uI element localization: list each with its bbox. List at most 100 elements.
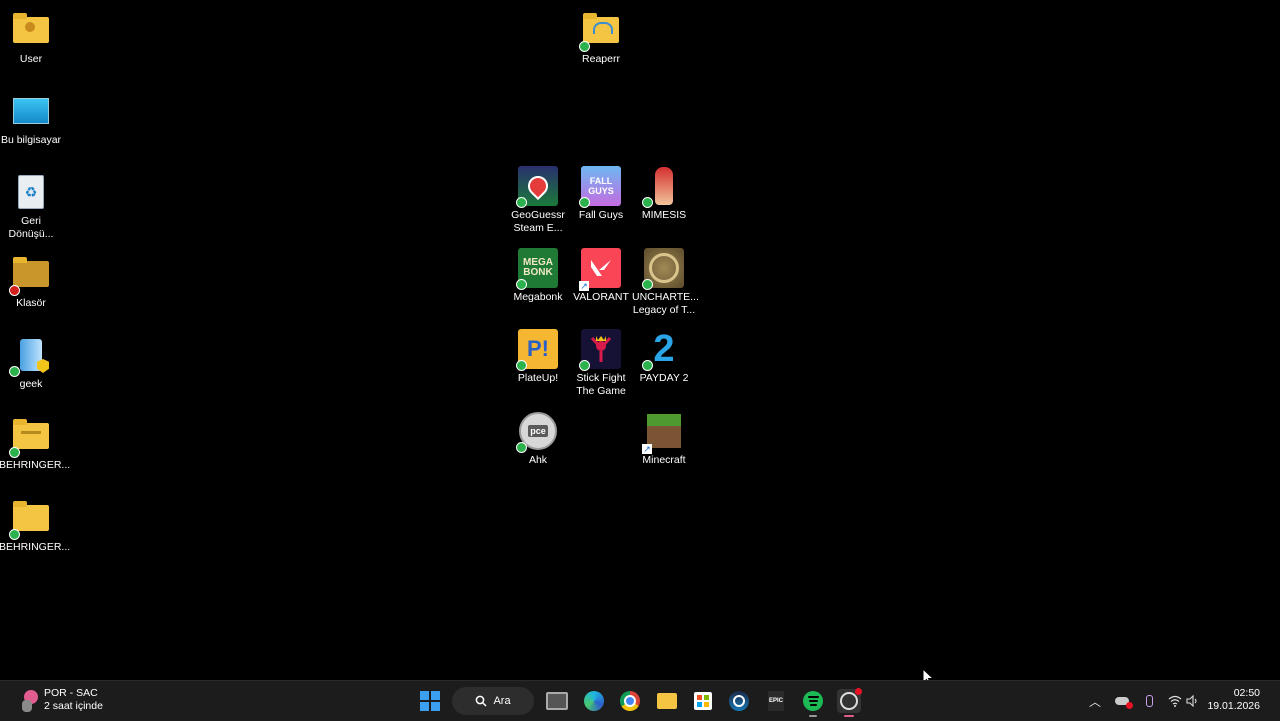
uncharted-icon — [642, 248, 684, 290]
taskbar-edge[interactable] — [582, 689, 606, 713]
zip-folder-icon — [9, 416, 51, 458]
weather-widget[interactable]: POR - SAC 2 saat içinde — [20, 687, 103, 713]
tray-show-hidden-icons[interactable]: ︿ — [1087, 693, 1103, 709]
user-folder-icon — [11, 10, 51, 50]
desktop-icon-mimesis[interactable]: MIMESIS — [632, 162, 696, 222]
folder-icon — [579, 10, 621, 52]
desktop-icon-minecraft[interactable]: ↗ Minecraft — [632, 407, 696, 467]
desktop-icon-label: Reaperr — [582, 53, 620, 65]
steam-icon — [729, 691, 749, 711]
desktop-icon-recycle-bin[interactable]: ♻ Geri Dönüşü... — [0, 168, 63, 241]
shortcut-arrow-icon: ↗ — [642, 444, 652, 454]
sync-ok-icon — [642, 360, 653, 371]
chrome-icon — [620, 691, 640, 711]
desktop-icon-label: Ahk — [528, 454, 548, 466]
taskbar-obs[interactable] — [837, 688, 862, 717]
desktop-icon-klasor[interactable]: Klasör — [0, 250, 63, 310]
weather-title: POR - SAC — [44, 687, 98, 699]
mimesis-icon — [642, 166, 684, 208]
microphone-icon — [1145, 695, 1153, 707]
desktop-icon-label: PAYDAY 2 — [639, 372, 689, 384]
start-button[interactable] — [418, 689, 442, 713]
taskbar-spotify[interactable] — [801, 689, 825, 717]
desktop-icon-label: MIMESIS — [641, 209, 687, 221]
spotify-icon — [803, 691, 823, 711]
taskbar-epic-games[interactable]: EPIC — [764, 689, 788, 713]
desktop-icon-label: geek — [19, 378, 43, 390]
desktop-icon-megabonk[interactable]: MEGA BONK Megabonk — [506, 244, 570, 304]
weather-subtitle: 2 saat içinde — [44, 700, 103, 712]
desktop-icon-this-pc[interactable]: Bu bilgisayar — [0, 87, 63, 147]
tray-volume[interactable] — [1185, 693, 1201, 709]
geoguessr-icon — [516, 166, 558, 208]
sync-ok-icon — [579, 360, 590, 371]
desktop-icon-label: VALORANT — [573, 291, 629, 303]
geek-uninstaller-icon — [9, 335, 51, 377]
desktop-icon-valorant[interactable]: ↗ VALORANT — [569, 244, 633, 304]
search-label: Ara — [493, 695, 511, 707]
tray-wifi[interactable] — [1167, 693, 1183, 709]
clock-date: 19.01.2026 — [1207, 700, 1260, 712]
desktop-icon-uncharted[interactable]: UNCHARTE... Legacy of T... — [632, 244, 699, 317]
desktop-icon-label: Klasör — [16, 297, 46, 309]
folder-icon — [9, 498, 51, 540]
desktop-icon-user[interactable]: User — [0, 6, 63, 66]
desktop-icon-label: PlateUp! — [517, 372, 559, 384]
desktop-icon-label: GeoGuessr Steam E... — [511, 209, 565, 234]
sync-ok-icon — [516, 360, 527, 371]
file-explorer-icon — [657, 693, 677, 709]
minecraft-icon: ↗ — [642, 411, 684, 454]
taskbar-clock[interactable]: 02:50 19.01.2026 — [1207, 687, 1260, 713]
desktop-icon-fall-guys[interactable]: FALL GUYS Fall Guys — [569, 162, 633, 222]
sync-ok-icon — [9, 529, 20, 540]
taskbar-steam[interactable] — [727, 689, 751, 713]
microsoft-store-icon — [694, 692, 712, 710]
taskbar-search[interactable]: Ara — [452, 687, 534, 715]
desktop-icon-label: Stick Fight The Game — [576, 372, 626, 397]
taskbar-chrome[interactable] — [618, 689, 642, 713]
megabonk-icon: MEGA BONK — [516, 248, 558, 290]
desktop-icon-label: User — [19, 53, 43, 65]
taskbar-file-explorer[interactable] — [655, 689, 679, 713]
recording-indicator-icon — [855, 688, 862, 695]
plateup-icon: P! — [516, 329, 558, 371]
volume-icon — [1186, 695, 1197, 707]
sync-ok-icon — [516, 197, 527, 208]
sync-ok-icon — [516, 442, 527, 453]
valorant-icon: ↗ — [579, 248, 621, 291]
tray-onedrive[interactable] — [1114, 693, 1133, 709]
epic-games-icon: EPIC — [768, 691, 784, 711]
desktop-icon-behringer-folder[interactable]: BEHRINGER... — [0, 494, 71, 554]
tray-microphone[interactable] — [1141, 693, 1157, 709]
obs-icon — [840, 688, 862, 710]
desktop-icon-payday2[interactable]: 2 PAYDAY 2 — [632, 325, 696, 385]
sync-ok-icon — [9, 447, 20, 458]
desktop: User Bu bilgisayar ♻ Geri Dönüşü... Klas… — [0, 0, 1280, 680]
recycle-bin-icon: ♻ — [11, 172, 51, 212]
shortcut-arrow-icon: ↗ — [579, 281, 589, 291]
weather-icon — [20, 688, 38, 712]
search-icon — [476, 695, 487, 707]
taskbar-microsoft-store[interactable] — [691, 689, 715, 713]
desktop-icon-stick-fight[interactable]: Stick Fight The Game — [569, 325, 633, 398]
sync-ok-icon — [516, 279, 527, 290]
desktop-icon-geek[interactable]: geek — [0, 331, 63, 391]
desktop-icon-ahk[interactable]: pce Ahk — [506, 407, 570, 467]
desktop-icon-label: BEHRINGER... — [0, 459, 71, 471]
desktop-icon-behringer-zip[interactable]: BEHRINGER... — [0, 412, 71, 472]
stick-fight-icon — [579, 329, 621, 371]
desktop-icon-geoguessr[interactable]: GeoGuessr Steam E... — [506, 162, 570, 235]
edge-icon — [584, 691, 604, 711]
task-view-button[interactable] — [545, 689, 569, 713]
desktop-icon-label: UNCHARTE... Legacy of T... — [632, 291, 699, 316]
desktop-icon-label: BEHRINGER... — [0, 541, 71, 553]
fall-guys-icon: FALL GUYS — [579, 166, 621, 208]
desktop-icon-label: Fall Guys — [578, 209, 624, 221]
desktop-icon-reaperr[interactable]: Reaperr — [569, 6, 633, 66]
taskbar: POR - SAC 2 saat içinde Ara EPIC ︿ 02:50… — [0, 680, 1280, 721]
desktop-icon-label: Bu bilgisayar — [0, 134, 62, 146]
sync-ok-icon — [642, 279, 653, 290]
desktop-icon-plateup[interactable]: P! PlateUp! — [506, 325, 570, 385]
desktop-icon-label: Minecraft — [642, 454, 686, 466]
onedrive-error-icon — [1115, 697, 1133, 709]
